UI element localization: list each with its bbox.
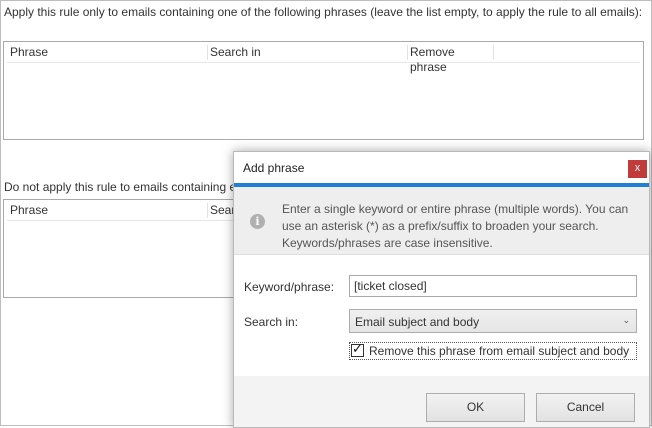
cancel-button[interactable]: Cancel (536, 393, 635, 422)
keyword-label: Keyword/phrase: (244, 280, 335, 294)
chevron-down-icon: ⌄ (622, 315, 630, 325)
remove-phrase-checkbox[interactable] (351, 342, 364, 357)
column-header-remove-phrase[interactable]: Remove phrase (407, 45, 494, 74)
add-phrase-dialog: Add phrase x i Enter a single keyword or… (233, 151, 650, 428)
info-text: Enter a single keyword or entire phrase … (282, 202, 629, 250)
search-in-value: Email subject and body (355, 315, 480, 329)
keyword-input[interactable] (349, 275, 637, 297)
column-header-phrase[interactable]: Phrase (7, 45, 208, 60)
dialog-title: Add phrase (243, 161, 305, 175)
search-in-select[interactable]: Email subject and body ⌄ (349, 309, 637, 333)
column-header-phrase[interactable]: Phrase (7, 203, 208, 218)
dialog-title-bar[interactable]: Add phrase x (234, 152, 649, 183)
close-button[interactable]: x (628, 160, 647, 178)
include-phrases-header: Phrase Search in Remove phrase (7, 42, 640, 74)
info-icon: i (250, 214, 265, 229)
dialog-footer: OK Cancel (234, 376, 649, 427)
include-phrases-description: Apply this rule only to emails containin… (4, 5, 643, 19)
info-panel: i Enter a single keyword or entire phras… (234, 187, 649, 255)
exclude-phrases-description: Do not apply this rule to emails contain… (4, 180, 237, 194)
exclude-phrases-header: Phrase Searc (7, 200, 261, 221)
exclude-phrases-list[interactable]: Phrase Searc (3, 199, 264, 298)
remove-phrase-option[interactable]: Remove this phrase from email subject an… (349, 342, 637, 360)
remove-phrase-label[interactable]: Remove this phrase from email subject an… (369, 344, 629, 358)
ok-button[interactable]: OK (426, 393, 525, 422)
include-phrases-list[interactable]: Phrase Search in Remove phrase (3, 41, 644, 140)
search-in-label: Search in: (244, 315, 299, 329)
column-header-search-in[interactable]: Search in (207, 45, 408, 60)
